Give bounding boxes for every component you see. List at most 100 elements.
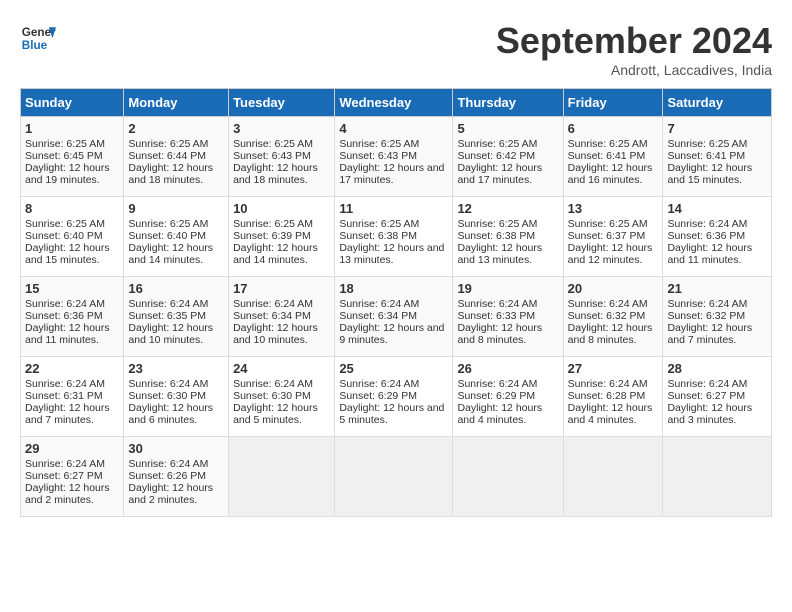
title-block: September 2024 Andrott, Laccadives, Indi… (496, 20, 772, 78)
calendar-cell: 17Sunrise: 6:24 AMSunset: 6:34 PMDayligh… (229, 277, 335, 357)
calendar-cell: 18Sunrise: 6:24 AMSunset: 6:34 PMDayligh… (335, 277, 453, 357)
day-number: 4 (339, 121, 448, 136)
day-number: 12 (457, 201, 558, 216)
calendar-cell (563, 437, 663, 517)
sunrise-label: Sunrise: 6:24 AM (568, 378, 648, 390)
calendar-cell: 27Sunrise: 6:24 AMSunset: 6:28 PMDayligh… (563, 357, 663, 437)
sunrise-label: Sunrise: 6:24 AM (233, 378, 313, 390)
calendar-cell (229, 437, 335, 517)
calendar-cell: 29Sunrise: 6:24 AMSunset: 6:27 PMDayligh… (21, 437, 124, 517)
day-number: 23 (128, 361, 224, 376)
sunset-label: Sunset: 6:35 PM (128, 310, 206, 322)
sunset-label: Sunset: 6:27 PM (667, 390, 745, 402)
sunset-label: Sunset: 6:33 PM (457, 310, 535, 322)
day-number: 17 (233, 281, 330, 296)
sunrise-label: Sunrise: 6:25 AM (25, 218, 105, 230)
day-number: 14 (667, 201, 767, 216)
sunset-label: Sunset: 6:36 PM (667, 230, 745, 242)
col-saturday: Saturday (663, 89, 772, 117)
sunset-label: Sunset: 6:43 PM (233, 150, 311, 162)
calendar-cell: 28Sunrise: 6:24 AMSunset: 6:27 PMDayligh… (663, 357, 772, 437)
sunset-label: Sunset: 6:32 PM (667, 310, 745, 322)
sunset-label: Sunset: 6:40 PM (25, 230, 103, 242)
calendar-cell: 12Sunrise: 6:25 AMSunset: 6:38 PMDayligh… (453, 197, 563, 277)
col-wednesday: Wednesday (335, 89, 453, 117)
sunrise-label: Sunrise: 6:24 AM (128, 298, 208, 310)
col-tuesday: Tuesday (229, 89, 335, 117)
day-number: 3 (233, 121, 330, 136)
calendar-cell (453, 437, 563, 517)
calendar-cell: 16Sunrise: 6:24 AMSunset: 6:35 PMDayligh… (124, 277, 229, 357)
day-number: 30 (128, 441, 224, 456)
day-number: 8 (25, 201, 119, 216)
sunrise-label: Sunrise: 6:24 AM (25, 298, 105, 310)
day-number: 10 (233, 201, 330, 216)
col-sunday: Sunday (21, 89, 124, 117)
sunrise-label: Sunrise: 6:25 AM (128, 138, 208, 150)
sunrise-label: Sunrise: 6:25 AM (25, 138, 105, 150)
daylight-label: Daylight: 12 hours and 17 minutes. (457, 162, 542, 186)
sunset-label: Sunset: 6:29 PM (457, 390, 535, 402)
calendar-cell (335, 437, 453, 517)
sunrise-label: Sunrise: 6:24 AM (339, 298, 419, 310)
day-number: 11 (339, 201, 448, 216)
daylight-label: Daylight: 12 hours and 13 minutes. (457, 242, 542, 266)
sunset-label: Sunset: 6:34 PM (233, 310, 311, 322)
sunset-label: Sunset: 6:30 PM (233, 390, 311, 402)
day-number: 29 (25, 441, 119, 456)
daylight-label: Daylight: 12 hours and 12 minutes. (568, 242, 653, 266)
day-number: 24 (233, 361, 330, 376)
daylight-label: Daylight: 12 hours and 7 minutes. (667, 322, 752, 346)
daylight-label: Daylight: 12 hours and 15 minutes. (667, 162, 752, 186)
daylight-label: Daylight: 12 hours and 14 minutes. (233, 242, 318, 266)
day-number: 15 (25, 281, 119, 296)
sunset-label: Sunset: 6:44 PM (128, 150, 206, 162)
calendar-cell: 20Sunrise: 6:24 AMSunset: 6:32 PMDayligh… (563, 277, 663, 357)
calendar-cell: 23Sunrise: 6:24 AMSunset: 6:30 PMDayligh… (124, 357, 229, 437)
daylight-label: Daylight: 12 hours and 15 minutes. (25, 242, 110, 266)
daylight-label: Daylight: 12 hours and 3 minutes. (667, 402, 752, 426)
daylight-label: Daylight: 12 hours and 19 minutes. (25, 162, 110, 186)
calendar-cell: 10Sunrise: 6:25 AMSunset: 6:39 PMDayligh… (229, 197, 335, 277)
sunrise-label: Sunrise: 6:25 AM (339, 138, 419, 150)
sunrise-label: Sunrise: 6:24 AM (25, 378, 105, 390)
col-monday: Monday (124, 89, 229, 117)
daylight-label: Daylight: 12 hours and 5 minutes. (233, 402, 318, 426)
day-number: 21 (667, 281, 767, 296)
sunrise-label: Sunrise: 6:24 AM (25, 458, 105, 470)
calendar-cell: 13Sunrise: 6:25 AMSunset: 6:37 PMDayligh… (563, 197, 663, 277)
day-number: 25 (339, 361, 448, 376)
day-number: 28 (667, 361, 767, 376)
logo: General Blue (20, 20, 56, 56)
sunset-label: Sunset: 6:29 PM (339, 390, 417, 402)
sunrise-label: Sunrise: 6:24 AM (457, 378, 537, 390)
daylight-label: Daylight: 12 hours and 9 minutes. (339, 322, 444, 346)
logo-icon: General Blue (20, 20, 56, 56)
day-number: 9 (128, 201, 224, 216)
month-title: September 2024 (496, 20, 772, 62)
calendar-week-row: 1Sunrise: 6:25 AMSunset: 6:45 PMDaylight… (21, 117, 772, 197)
sunset-label: Sunset: 6:38 PM (457, 230, 535, 242)
calendar-cell: 15Sunrise: 6:24 AMSunset: 6:36 PMDayligh… (21, 277, 124, 357)
calendar-cell: 3Sunrise: 6:25 AMSunset: 6:43 PMDaylight… (229, 117, 335, 197)
sunset-label: Sunset: 6:27 PM (25, 470, 103, 482)
daylight-label: Daylight: 12 hours and 7 minutes. (25, 402, 110, 426)
calendar-cell: 9Sunrise: 6:25 AMSunset: 6:40 PMDaylight… (124, 197, 229, 277)
calendar-cell: 25Sunrise: 6:24 AMSunset: 6:29 PMDayligh… (335, 357, 453, 437)
sunset-label: Sunset: 6:45 PM (25, 150, 103, 162)
calendar-cell: 4Sunrise: 6:25 AMSunset: 6:43 PMDaylight… (335, 117, 453, 197)
sunrise-label: Sunrise: 6:24 AM (339, 378, 419, 390)
sunset-label: Sunset: 6:39 PM (233, 230, 311, 242)
calendar-cell: 6Sunrise: 6:25 AMSunset: 6:41 PMDaylight… (563, 117, 663, 197)
sunrise-label: Sunrise: 6:24 AM (457, 298, 537, 310)
calendar-cell: 26Sunrise: 6:24 AMSunset: 6:29 PMDayligh… (453, 357, 563, 437)
daylight-label: Daylight: 12 hours and 11 minutes. (667, 242, 752, 266)
sunrise-label: Sunrise: 6:25 AM (667, 138, 747, 150)
sunset-label: Sunset: 6:31 PM (25, 390, 103, 402)
sunrise-label: Sunrise: 6:24 AM (128, 458, 208, 470)
day-number: 2 (128, 121, 224, 136)
col-thursday: Thursday (453, 89, 563, 117)
sunrise-label: Sunrise: 6:24 AM (667, 298, 747, 310)
day-number: 16 (128, 281, 224, 296)
sunset-label: Sunset: 6:43 PM (339, 150, 417, 162)
